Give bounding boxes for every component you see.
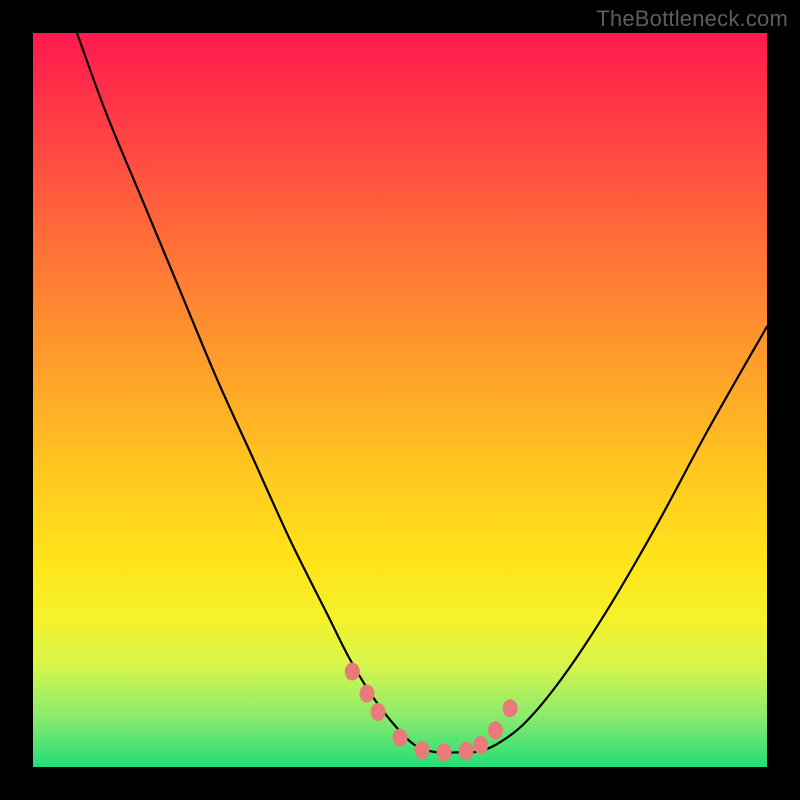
marker-dot <box>488 721 503 739</box>
chart-svg <box>33 33 767 767</box>
plot-area <box>33 33 767 767</box>
marker-dot <box>459 742 474 760</box>
bottleneck-curve <box>77 33 767 753</box>
marker-dot <box>393 729 408 747</box>
marker-dot <box>503 699 518 717</box>
marker-dot <box>360 685 375 703</box>
marker-dot <box>437 743 452 761</box>
attribution-text: TheBottleneck.com <box>596 6 788 32</box>
marker-dot <box>415 741 430 759</box>
marker-dot <box>345 663 360 681</box>
marker-dot <box>371 703 386 721</box>
chart-frame: TheBottleneck.com <box>0 0 800 800</box>
marker-dot <box>473 736 488 754</box>
